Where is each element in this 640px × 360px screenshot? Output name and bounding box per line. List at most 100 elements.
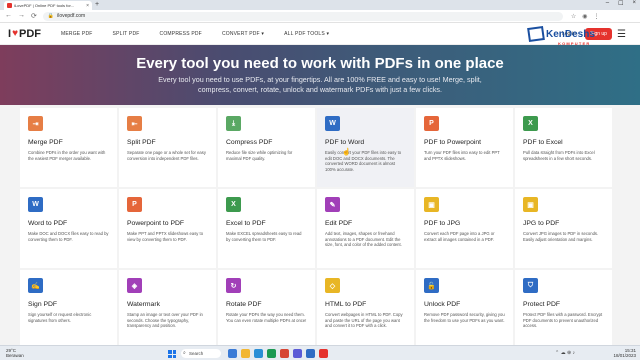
new-tab-button[interactable]: + [95,1,99,8]
search-icon: ⌕ [183,350,186,356]
menu-split-pdf[interactable]: SPLIT PDF [113,31,140,37]
tool-title: Compress PDF [226,139,273,146]
tool-card-jpg-to-pdf[interactable]: ▣ JPG to PDF Convert JPG images to PDF in … [515,189,612,268]
tool-title: JPG to PDF [523,220,560,227]
menu-all-pdf-tools[interactable]: ALL PDF TOOLS ▾ [284,31,329,37]
tool-card-powerpoint-to-pdf[interactable]: P Powerpoint to PDF Make PPT and PPTX slid… [119,189,216,268]
tool-description: Remove PDF password security, giving you… [424,312,505,323]
taskbar-apps [228,349,328,358]
tools-grid: ⇥ Merge PDF Combine PDFs in the order you … [20,108,612,349]
tool-description: Make DOC and DOCX files easy to read by … [28,231,109,242]
tool-card-merge-pdf[interactable]: ⇥ Merge PDF Combine PDFs in the order you … [20,108,117,187]
tray-icons[interactable]: ⌃ ☁ ⊕ ♪ [555,350,575,356]
taskbar-app-icon[interactable] [280,349,289,358]
pdf-to-powerpoint-icon: P [424,116,439,131]
heart-icon: ♥ [12,28,18,39]
tool-description: Rotate your PDFs the way you need them. … [226,312,307,323]
browser-actions: ☆ ◉ ⋮ [571,13,600,20]
taskbar-app-icon[interactable] [306,349,315,358]
tool-card-rotate-pdf[interactable]: ↻ Rotate PDF Rotate your PDFs the way you … [218,270,315,349]
tab-title: iLovePDF | Online PDF tools for... [14,3,74,8]
system-clock[interactable]: 15:31 18/01/2023 [613,348,636,358]
url-field[interactable]: 🔒 ilovepdf.com [42,11,563,21]
html-to-pdf-icon: ◇ [325,278,340,293]
taskbar-app-icon[interactable] [241,349,250,358]
tool-card-pdf-to-word[interactable]: W PDF to Word Easily convert your PDF file… [317,108,414,187]
taskbar-app-icon[interactable] [228,349,237,358]
reload-button[interactable]: ⟳ [31,12,37,20]
taskbar-app-icon[interactable] [293,349,302,358]
browser-menu-icon[interactable]: ⋮ [594,13,600,20]
start-button[interactable] [168,350,176,358]
minimize-button[interactable]: – [606,0,609,7]
tool-card-split-pdf[interactable]: ⇤ Split PDF Separate one page or a whole s… [119,108,216,187]
watermark-name: KenDeshs [546,29,595,40]
protect-pdf-icon: ⛉ [523,278,538,293]
close-window-button[interactable]: × [632,0,636,7]
tool-title: PDF to JPG [424,220,461,227]
weather-desc: Berawan [6,353,24,358]
tool-card-compress-pdf[interactable]: ⤓ Compress PDF Reduce file size while opti… [218,108,315,187]
watermark-box-icon [527,25,545,43]
word-to-pdf-icon: W [28,197,43,212]
pdf-to-jpg-icon: ▣ [424,197,439,212]
tool-description: Protect PDF files with a password. Encry… [523,312,603,328]
browser-tab[interactable]: iLovePDF | Online PDF tools for... × [4,1,92,10]
taskbar-app-icon[interactable] [267,349,276,358]
watermark-icon: ◈ [127,278,142,293]
tool-card-word-to-pdf[interactable]: W Word to PDF Make DOC and DOCX files easy… [20,189,117,268]
ilovepdf-logo[interactable]: I ♥ PDF [8,28,41,40]
tool-title: Edit PDF [325,220,353,227]
profile-icon[interactable]: ◉ [582,13,587,20]
tool-card-excel-to-pdf[interactable]: X Excel to PDF Make EXCEL spreadsheets eas… [218,189,315,268]
merge-pdf-icon: ⇥ [28,116,43,131]
back-button[interactable]: ← [5,12,12,20]
forward-button[interactable]: → [18,12,25,20]
tool-description: Stamp an image or text over your PDF in … [127,312,203,328]
tab-close-button[interactable]: × [86,3,89,9]
tool-title: Excel to PDF [226,220,266,227]
tool-title: Rotate PDF [226,301,262,308]
lock-icon: 🔒 [47,13,55,19]
hero-banner: Every tool you need to work with PDFs in… [0,45,640,105]
tool-card-protect-pdf[interactable]: ⛉ Protect PDF Protect PDF files with a pas… [515,270,612,349]
tool-card-pdf-to-excel[interactable]: X PDF to Excel Pull data straight from PDF… [515,108,612,187]
star-icon[interactable]: ☆ [571,13,576,20]
hero-subtitle: Every tool you need to use PDFs, at your… [158,75,482,94]
tool-title: PDF to Word [325,139,365,146]
tool-title: Watermark [127,301,160,308]
tool-card-edit-pdf[interactable]: ✎ Edit PDF Add text, images, shapes or fre… [317,189,414,268]
logo-i: I [8,27,12,40]
tool-card-pdf-to-jpg[interactable]: ▣ PDF to JPG Convert each PDF page into a … [416,189,513,268]
tool-title: Split PDF [127,139,156,146]
tool-card-unlock-pdf[interactable]: 🔓 Unlock PDF Remove PDF password security,… [416,270,513,349]
maximize-button[interactable]: ☐ [618,0,623,7]
tool-card-sign-pdf[interactable]: ✍ Sign PDF Sign yourself or request electr… [20,270,117,349]
edit-pdf-icon: ✎ [325,197,340,212]
tool-card-pdf-to-powerpoint[interactable]: P PDF to Powerpoint Turn your PDF files in… [416,108,513,187]
tool-card-html-to-pdf[interactable]: ◇ HTML to PDF Convert webpages in HTML to … [317,270,414,349]
taskbar-search[interactable]: ⌕ Search [181,349,221,358]
tool-title: PDF to Powerpoint [424,139,482,146]
rotate-pdf-icon: ↻ [226,278,241,293]
taskbar-app-icon[interactable] [319,349,328,358]
tool-description: Turn your PDF files into easy to edit PP… [424,150,500,161]
tool-description: Pull data straight from PDFs into Excel … [523,150,595,161]
menu-compress-pdf[interactable]: COMPRESS PDF [160,31,202,37]
tool-description: Convert webpages in HTML to PDF. Copy an… [325,312,403,328]
address-bar: ← → ⟳ 🔒 ilovepdf.com ☆ ◉ ⋮ [0,10,640,23]
hamburger-menu-icon[interactable]: ☰ [617,29,626,40]
menu-merge-pdf[interactable]: MERGE PDF [61,31,93,37]
split-pdf-icon: ⇤ [127,116,142,131]
hand-cursor-icon: ☝ [342,149,351,156]
clock-date: 18/01/2023 [613,353,636,358]
main-menu: MERGE PDF SPLIT PDF COMPRESS PDF CONVERT… [61,31,349,37]
tool-title: PDF to Excel [523,139,563,146]
menu-convert-pdf[interactable]: CONVERT PDF ▾ [222,31,264,37]
compress-pdf-icon: ⤓ [226,116,241,131]
tool-description: Combine PDFs in the order you want with … [28,150,106,161]
tool-card-watermark[interactable]: ◈ Watermark Stamp an image or text over yo… [119,270,216,349]
logo-pdf: PDF [19,27,41,40]
weather-widget[interactable]: 29°C Berawan [6,348,24,358]
taskbar-app-icon[interactable] [254,349,263,358]
